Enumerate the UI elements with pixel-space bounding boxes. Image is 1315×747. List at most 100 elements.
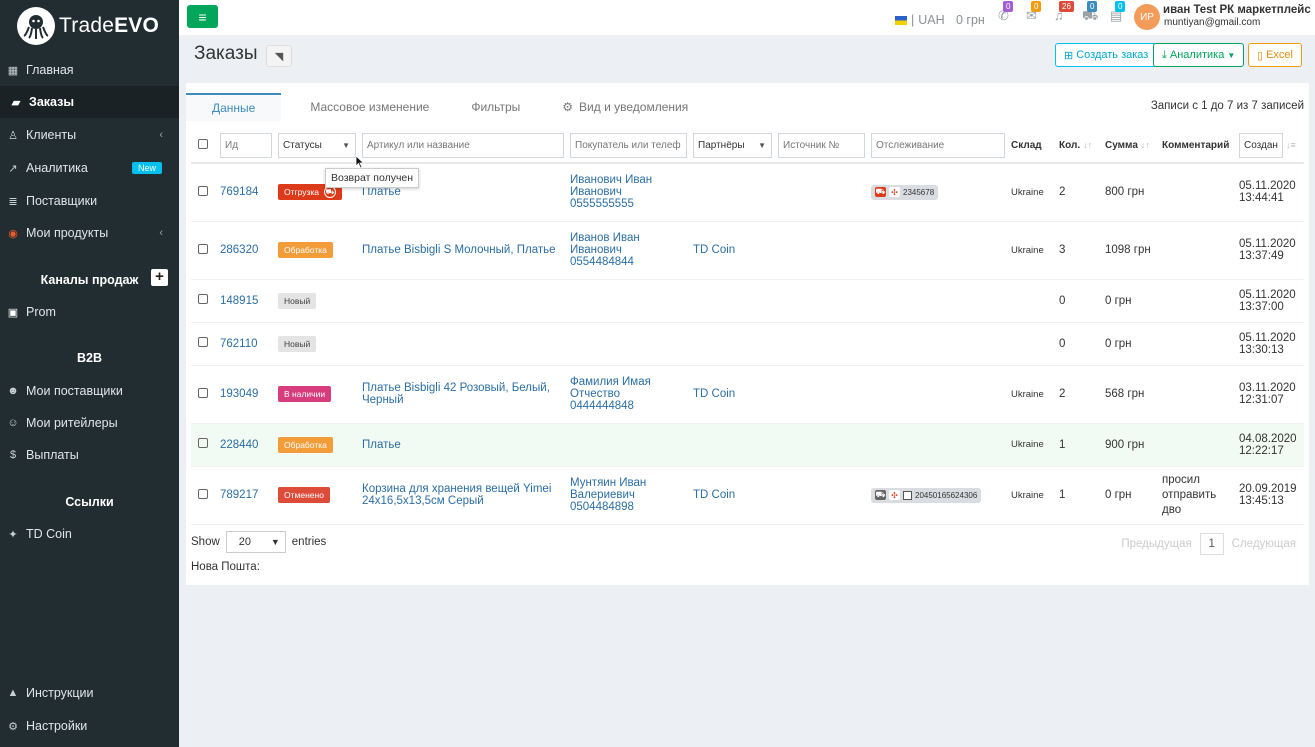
table-row[interactable]: 228440 Обработка Платье Ukraine 1 900 гр… [191, 423, 1304, 467]
row-checkbox[interactable] [198, 185, 208, 196]
tracking-checkbox[interactable] [903, 490, 912, 500]
analytics-dropdown-button[interactable]: ⤓ Аналитика ▼ [1153, 43, 1245, 67]
status-badge[interactable]: Новый [278, 335, 317, 352]
sum-header[interactable]: Сумма ↓↑ [1102, 129, 1159, 164]
article-link[interactable]: Платье [362, 439, 401, 451]
partner-link[interactable]: TD Coin [693, 489, 735, 501]
order-id-link[interactable]: 789217 [220, 489, 258, 501]
tab-data[interactable]: Данные [186, 93, 282, 121]
partner-link[interactable]: TD Coin [693, 388, 735, 400]
row-checkbox[interactable] [198, 337, 208, 347]
avatar[interactable]: ИР [1134, 4, 1160, 30]
entries-select[interactable]: 20 ▼ [225, 531, 286, 553]
table-row[interactable]: 789217 Отменено Корзина для хранения вещ… [191, 466, 1304, 525]
buyer-name[interactable]: Иванович Иван [570, 174, 687, 186]
warehouse-header[interactable]: Склад [1008, 129, 1056, 164]
table-row[interactable]: 193049 В наличии Платье Bisbigli 42 Розо… [191, 365, 1304, 424]
partners-filter-select[interactable]: Партнёры ▼ [693, 133, 772, 158]
select-all-checkbox[interactable] [198, 139, 208, 149]
sidebar-item-instructions[interactable]: ▲ Инструкции [0, 677, 179, 709]
order-id[interactable]: 228440 [217, 423, 275, 467]
row-checkbox[interactable] [198, 243, 208, 254]
sidebar-item-payouts[interactable]: $ Выплаты [0, 439, 179, 471]
tracking-filter-input[interactable]: Отслеживание [871, 133, 1005, 158]
table-row[interactable]: 762110 Новый 0 0 грн 05.11.2020 13:30:13 [191, 322, 1304, 366]
sidebar-item-my-suppliers[interactable]: ☻ Мои поставщики [0, 375, 179, 407]
qty-header[interactable]: Кол. ↓↑ [1056, 129, 1102, 164]
phone-icon[interactable]: ✆ 0 [998, 1, 1014, 24]
sidebar-item-analytics[interactable]: ↗ Аналитика New [0, 152, 179, 184]
order-id[interactable]: 789217 [217, 466, 275, 525]
created-header[interactable]: Создан ↓≡ [1236, 129, 1304, 164]
sidebar-item-td-coin[interactable]: ✦ TD Coin [0, 518, 179, 550]
order-id-link[interactable]: 228440 [220, 439, 258, 451]
next-page-button[interactable]: Следующая [1232, 538, 1296, 550]
add-channel-button[interactable]: + [151, 269, 168, 286]
source-filter-input[interactable]: Источник № [778, 133, 865, 158]
row-checkbox[interactable] [198, 488, 208, 499]
sidebar-item-my-retailers[interactable]: ☺ Мои ритейлеры [0, 407, 179, 439]
basket-icon[interactable]: ▤ 0 [1110, 1, 1126, 24]
prev-page-button[interactable]: Предыдущая [1121, 538, 1191, 550]
buyer-name[interactable]: Мунтяин Иван [570, 477, 687, 489]
create-order-button[interactable]: ⊞ Создать заказ [1055, 43, 1158, 67]
sidebar-item-settings[interactable]: ⚙ Настройки [0, 710, 179, 742]
chat-icon[interactable]: ✉ 0 [1026, 1, 1042, 24]
status-filter-select[interactable]: Статусы ▼ [278, 133, 356, 158]
article-link[interactable]: Платье [362, 186, 401, 198]
page-1-button[interactable]: 1 [1199, 533, 1224, 555]
table-row[interactable]: 286320 Обработка Платье Bisbigli S Молоч… [191, 221, 1304, 280]
order-id[interactable]: 148915 [217, 279, 275, 323]
buyer-filter-input[interactable]: Покупатель или телеф [570, 133, 687, 158]
table-row[interactable]: 148915 Новый 0 0 грн 05.11.2020 13:37:00 [191, 279, 1304, 323]
status-badge[interactable]: Новый [278, 292, 317, 309]
sidebar-item-orders[interactable]: ▰ Заказы [0, 86, 179, 118]
order-id-link[interactable]: 148915 [220, 295, 258, 307]
buyer-name[interactable]: Иванов Иван [570, 232, 687, 244]
id-filter-input[interactable]: Ид [220, 133, 272, 158]
tracking-badge[interactable]: ⛟ ✣ 2345678 [871, 184, 939, 200]
user-name[interactable]: иван Test РК маркетплейс [1163, 4, 1311, 16]
order-id-link[interactable]: 762110 [220, 338, 258, 350]
order-id[interactable]: 762110 [217, 322, 275, 366]
order-id-link[interactable]: 286320 [220, 244, 258, 256]
order-id[interactable]: 769184 [217, 163, 275, 222]
sidebar-item-my-products[interactable]: ◉ Мои продукты ‹ [0, 217, 179, 249]
menu-toggle-button[interactable]: ≡ [187, 5, 218, 28]
tab-view-notifications[interactable]: ⚙ Вид и уведомления [549, 93, 701, 121]
bell-icon[interactable]: ♫ 26 [1054, 1, 1074, 24]
article-link[interactable]: Корзина для хранения вещей Yimei 24х16,5… [362, 483, 551, 507]
currency-selector[interactable]: | UAH [895, 13, 945, 27]
article-filter-input[interactable]: Артикул или название [362, 133, 564, 158]
row-checkbox[interactable] [198, 294, 208, 304]
tab-filters[interactable]: Фильтры [458, 93, 533, 121]
row-checkbox[interactable] [198, 438, 208, 448]
status-badge[interactable]: В наличии [278, 386, 332, 402]
sidebar-item-suppliers[interactable]: ≣ Поставщики [0, 185, 179, 217]
tracking-badge[interactable]: ⛟ ✣ 20450165624306 [871, 487, 982, 503]
sidebar-item-home[interactable]: ▦ Главная [0, 54, 179, 86]
status-cell: Новый [275, 322, 359, 366]
entries-control: Show 20 ▼ entries [191, 531, 326, 553]
status-badge[interactable]: Отменено [278, 487, 330, 503]
buyer-name[interactable]: Фамилия Имая [570, 376, 687, 388]
row-checkbox[interactable] [198, 387, 208, 398]
created-filter-input[interactable]: Создан [1239, 133, 1283, 158]
brand-logo[interactable]: TradeEVO [0, 0, 179, 52]
partner-link[interactable]: TD Coin [693, 244, 735, 256]
order-id[interactable]: 193049 [217, 365, 275, 424]
status-badge[interactable]: Обработка [278, 242, 333, 258]
article-link[interactable]: Платье Bisbigli S Молочный, Платье [362, 244, 556, 256]
sidebar-item-clients[interactable]: ♙ Клиенты ‹ [0, 119, 179, 151]
title-options-button[interactable]: ◥ [266, 45, 292, 67]
excel-export-button[interactable]: ▯ Excel [1248, 43, 1302, 67]
article-link[interactable]: Платье Bisbigli 42 Розовый, Белый, Черны… [362, 382, 550, 406]
tab-bulk-edit[interactable]: Массовое изменение [297, 93, 442, 121]
order-id[interactable]: 286320 [217, 221, 275, 280]
return-truck-icon[interactable]: ⛟ [324, 186, 337, 199]
order-id-link[interactable]: 193049 [220, 388, 258, 400]
status-badge[interactable]: Обработка [278, 436, 333, 453]
truck-icon[interactable]: ⛟ 0 [1082, 1, 1098, 24]
order-id-link[interactable]: 769184 [220, 186, 258, 198]
sidebar-item-prom[interactable]: ▣ Prom [0, 296, 179, 328]
